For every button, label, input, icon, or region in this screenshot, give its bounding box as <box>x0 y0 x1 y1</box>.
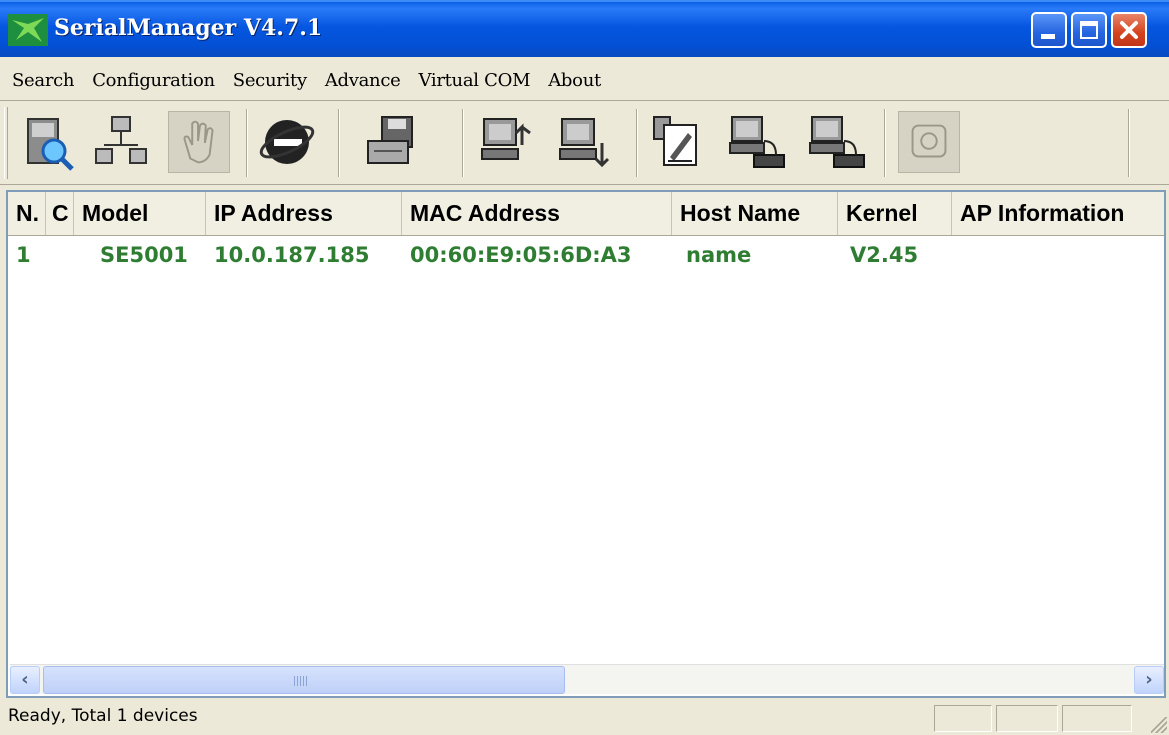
download-computer-icon[interactable] <box>556 111 618 173</box>
resize-grip-icon[interactable] <box>1151 717 1167 733</box>
search-tool-icon[interactable] <box>18 111 80 173</box>
document-edit-icon[interactable] <box>648 111 710 173</box>
scroll-left-button[interactable]: ‹ <box>10 666 40 694</box>
table-row[interactable]: 1 SE5001 10.0.187.185 00:60:E9:05:6D:A3 … <box>8 238 1164 272</box>
list-header: N. C Model IP Address MAC Address Host N… <box>8 192 1164 236</box>
title-bar[interactable]: SerialManager V4.7.1 <box>0 0 1169 57</box>
cell-ap-information <box>952 238 960 272</box>
scrollbar-thumb[interactable] <box>43 666 565 694</box>
upload-computer-icon[interactable] <box>478 111 540 173</box>
chevron-right-icon: › <box>1145 669 1153 690</box>
computer-serial-device-icon-2[interactable] <box>806 111 868 173</box>
status-pane <box>934 705 992 732</box>
app-logo-icon <box>8 14 48 46</box>
column-header-host-name[interactable]: Host Name <box>672 192 838 235</box>
menu-security[interactable]: Security <box>227 70 313 91</box>
status-text: Ready, Total 1 devices <box>8 706 198 726</box>
toolbar-separator <box>462 109 464 177</box>
menu-search[interactable]: Search <box>6 70 80 91</box>
toolbar-separator <box>1128 109 1130 177</box>
maximize-icon <box>1080 21 1098 39</box>
scroll-right-button[interactable]: › <box>1134 666 1164 694</box>
cell-kernel: V2.45 <box>850 243 919 267</box>
status-pane <box>996 705 1058 732</box>
status-pane <box>1062 705 1132 732</box>
toolbar <box>0 100 1169 185</box>
column-header-model[interactable]: Model <box>74 192 206 235</box>
cell-host-name: name <box>686 243 752 267</box>
close-icon <box>1120 21 1138 39</box>
horizontal-scrollbar[interactable]: ‹ › <box>10 664 1164 694</box>
menu-advance[interactable]: Advance <box>319 70 407 91</box>
menu-bar: Search Configuration Security Advance Vi… <box>0 60 1169 100</box>
column-header-ip-address[interactable]: IP Address <box>206 192 402 235</box>
cell-mac-address: 00:60:E9:05:6D:A3 <box>410 243 632 267</box>
cell-c <box>46 238 54 272</box>
hand-icon[interactable] <box>168 111 230 173</box>
scrollbar-grip-icon <box>294 676 308 686</box>
menu-configuration[interactable]: Configuration <box>86 70 221 91</box>
column-header-mac-address[interactable]: MAC Address <box>402 192 672 235</box>
cell-ip-address: 10.0.187.185 <box>214 243 370 267</box>
network-config-icon[interactable] <box>90 111 152 173</box>
telephone-icon[interactable] <box>898 111 960 173</box>
cell-number: 1 <box>16 243 31 267</box>
menu-virtual-com[interactable]: Virtual COM <box>412 70 536 91</box>
toolbar-grip[interactable] <box>4 107 8 179</box>
minimize-button[interactable] <box>1031 12 1067 48</box>
save-export-icon[interactable] <box>360 111 422 173</box>
toolbar-separator <box>246 109 248 177</box>
internet-explorer-icon[interactable] <box>256 111 318 173</box>
cell-model: SE5001 <box>100 243 188 267</box>
close-button[interactable] <box>1111 12 1147 48</box>
device-list[interactable]: N. C Model IP Address MAC Address Host N… <box>6 190 1166 698</box>
chevron-left-icon: ‹ <box>21 669 29 690</box>
toolbar-separator <box>338 109 340 177</box>
status-bar: Ready, Total 1 devices <box>0 700 1169 735</box>
computer-serial-device-icon[interactable] <box>726 111 788 173</box>
column-header-kernel[interactable]: Kernel <box>838 192 952 235</box>
menu-about[interactable]: About <box>542 70 607 91</box>
toolbar-separator <box>636 109 638 177</box>
maximize-button[interactable] <box>1071 12 1107 48</box>
toolbar-separator <box>884 109 886 177</box>
column-header-ap-information[interactable]: AP Information <box>952 192 1164 235</box>
column-header-number[interactable]: N. <box>8 192 46 235</box>
minimize-icon <box>1041 34 1055 39</box>
window-title: SerialManager V4.7.1 <box>54 15 323 41</box>
column-header-c[interactable]: C <box>46 192 74 235</box>
